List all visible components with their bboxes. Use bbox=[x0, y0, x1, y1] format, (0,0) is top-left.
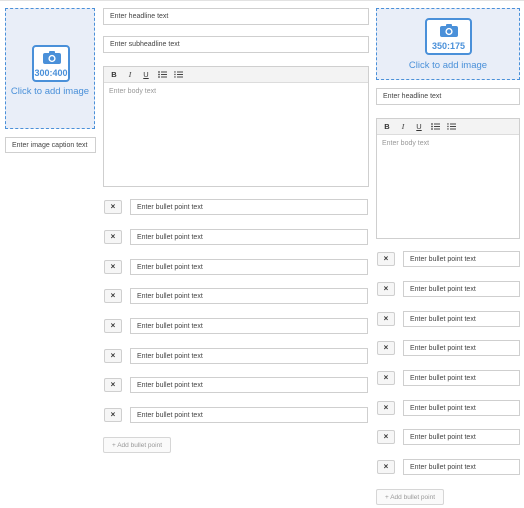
remove-bullet-button[interactable]: × bbox=[104, 349, 122, 363]
remove-bullet-button[interactable]: × bbox=[104, 289, 122, 303]
numbered-list-icon[interactable] bbox=[172, 69, 184, 80]
bullet-input[interactable]: Enter bullet point text bbox=[403, 251, 520, 267]
bullet-input[interactable]: Enter bullet point text bbox=[130, 377, 368, 393]
remove-bullet-button[interactable]: × bbox=[104, 408, 122, 422]
image-ratio-label: 300:400 bbox=[34, 68, 68, 78]
bullet-input[interactable]: Enter bullet point text bbox=[130, 318, 368, 334]
bullet-list-icon[interactable] bbox=[156, 69, 168, 80]
bullet-input[interactable]: Enter bullet point text bbox=[403, 281, 520, 297]
camera-icon: 300:400 bbox=[32, 45, 70, 82]
editor-toolbar: B I U bbox=[377, 119, 519, 135]
bold-button[interactable]: B bbox=[108, 69, 120, 80]
remove-bullet-button[interactable]: × bbox=[104, 230, 122, 244]
italic-button[interactable]: I bbox=[124, 69, 136, 80]
remove-bullet-button[interactable]: × bbox=[377, 252, 395, 266]
image-upload-area-right[interactable]: 350:175 Click to add image bbox=[376, 8, 520, 80]
image-upload-area-left[interactable]: 300:400 Click to add image bbox=[5, 8, 95, 129]
underline-button[interactable]: U bbox=[140, 69, 152, 80]
image-ratio-label: 350:175 bbox=[431, 41, 466, 51]
click-to-add-image-label: Click to add image bbox=[10, 86, 90, 97]
remove-bullet-button[interactable]: × bbox=[377, 401, 395, 415]
subheadline-input[interactable]: Enter subheadline text bbox=[103, 36, 369, 53]
click-to-add-image-label: Click to add image bbox=[408, 60, 488, 71]
headline-input[interactable]: Enter headline text bbox=[103, 8, 369, 25]
bullet-input[interactable]: Enter bullet point text bbox=[130, 407, 368, 423]
bullet-input[interactable]: Enter bullet point text bbox=[130, 288, 368, 304]
bullet-input[interactable]: Enter bullet point text bbox=[403, 311, 520, 327]
body-placeholder: Enter body text bbox=[382, 140, 430, 147]
bullet-input[interactable]: Enter bullet point text bbox=[130, 229, 368, 245]
remove-bullet-button[interactable]: × bbox=[104, 260, 122, 274]
remove-bullet-button[interactable]: × bbox=[104, 319, 122, 333]
remove-bullet-button[interactable]: × bbox=[377, 430, 395, 444]
camera-icon: 350:175 bbox=[425, 18, 472, 55]
bullet-input[interactable]: Enter bullet point text bbox=[403, 340, 520, 356]
bullet-input[interactable]: Enter bullet point text bbox=[130, 348, 368, 364]
top-divider bbox=[0, 0, 524, 1]
remove-bullet-button[interactable]: × bbox=[377, 460, 395, 474]
remove-bullet-button[interactable]: × bbox=[377, 282, 395, 296]
bullet-list-icon[interactable] bbox=[429, 121, 441, 132]
bullet-input[interactable]: Enter bullet point text bbox=[130, 259, 368, 275]
bold-button[interactable]: B bbox=[381, 121, 393, 132]
underline-button[interactable]: U bbox=[413, 121, 425, 132]
bullet-input[interactable]: Enter bullet point text bbox=[403, 429, 520, 445]
body-text-editor[interactable]: B I U Enter body text bbox=[376, 118, 520, 239]
bullet-input[interactable]: Enter bullet point text bbox=[403, 400, 520, 416]
body-placeholder: Enter body text bbox=[109, 88, 157, 95]
remove-bullet-button[interactable]: × bbox=[377, 371, 395, 385]
numbered-list-icon[interactable] bbox=[445, 121, 457, 132]
bullet-input[interactable]: Enter bullet point text bbox=[403, 459, 520, 475]
remove-bullet-button[interactable]: × bbox=[377, 341, 395, 355]
bullet-input[interactable]: Enter bullet point text bbox=[403, 370, 520, 386]
body-text-editor[interactable]: B I U Enter body text bbox=[103, 66, 369, 187]
editor-toolbar: B I U bbox=[104, 67, 368, 83]
remove-bullet-button[interactable]: × bbox=[377, 312, 395, 326]
remove-bullet-button[interactable]: × bbox=[104, 200, 122, 214]
remove-bullet-button[interactable]: × bbox=[104, 378, 122, 392]
bullet-input[interactable]: Enter bullet point text bbox=[130, 199, 368, 215]
add-bullet-point-button[interactable]: + Add bullet point bbox=[103, 437, 171, 453]
add-bullet-point-button[interactable]: + Add bullet point bbox=[376, 489, 444, 505]
headline-input[interactable]: Enter headline text bbox=[376, 88, 520, 105]
italic-button[interactable]: I bbox=[397, 121, 409, 132]
image-caption-input[interactable]: Enter image caption text bbox=[5, 137, 96, 153]
